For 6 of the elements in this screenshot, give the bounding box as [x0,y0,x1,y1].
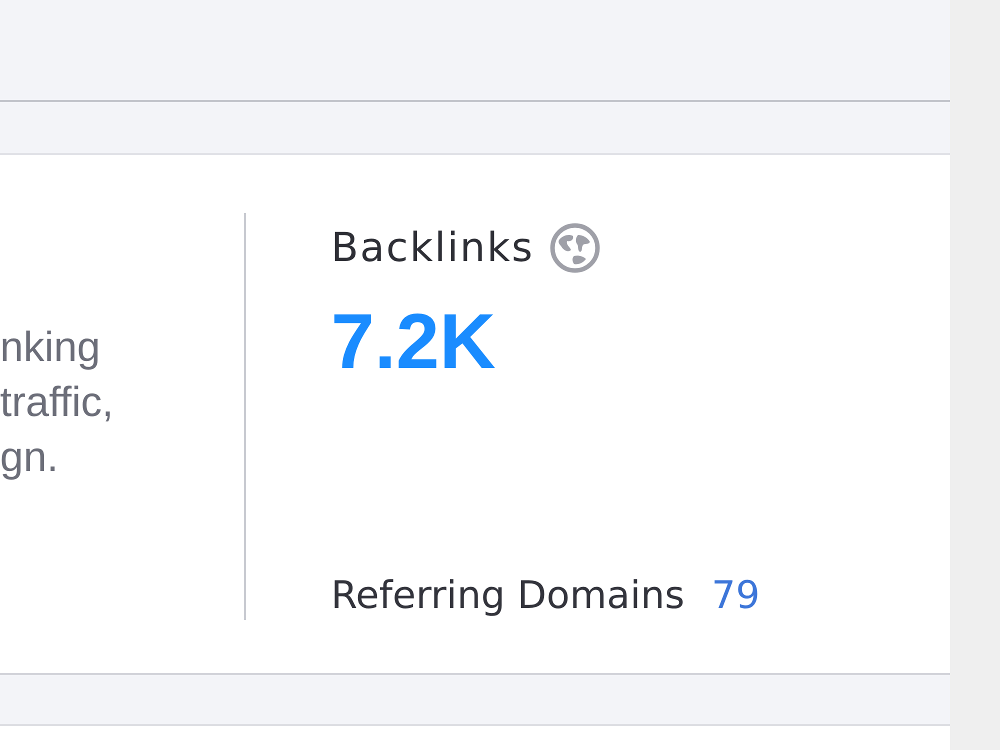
backlinks-count-link[interactable]: 7.2K [331,302,496,380]
globe-icon [550,223,600,273]
referring-domains-count-link[interactable]: 79 [712,573,760,617]
description-text: nking traffic, gn. [0,322,114,482]
referring-domains-label: Referring Domains [331,573,685,617]
backlinks-title: Backlinks [331,224,534,272]
